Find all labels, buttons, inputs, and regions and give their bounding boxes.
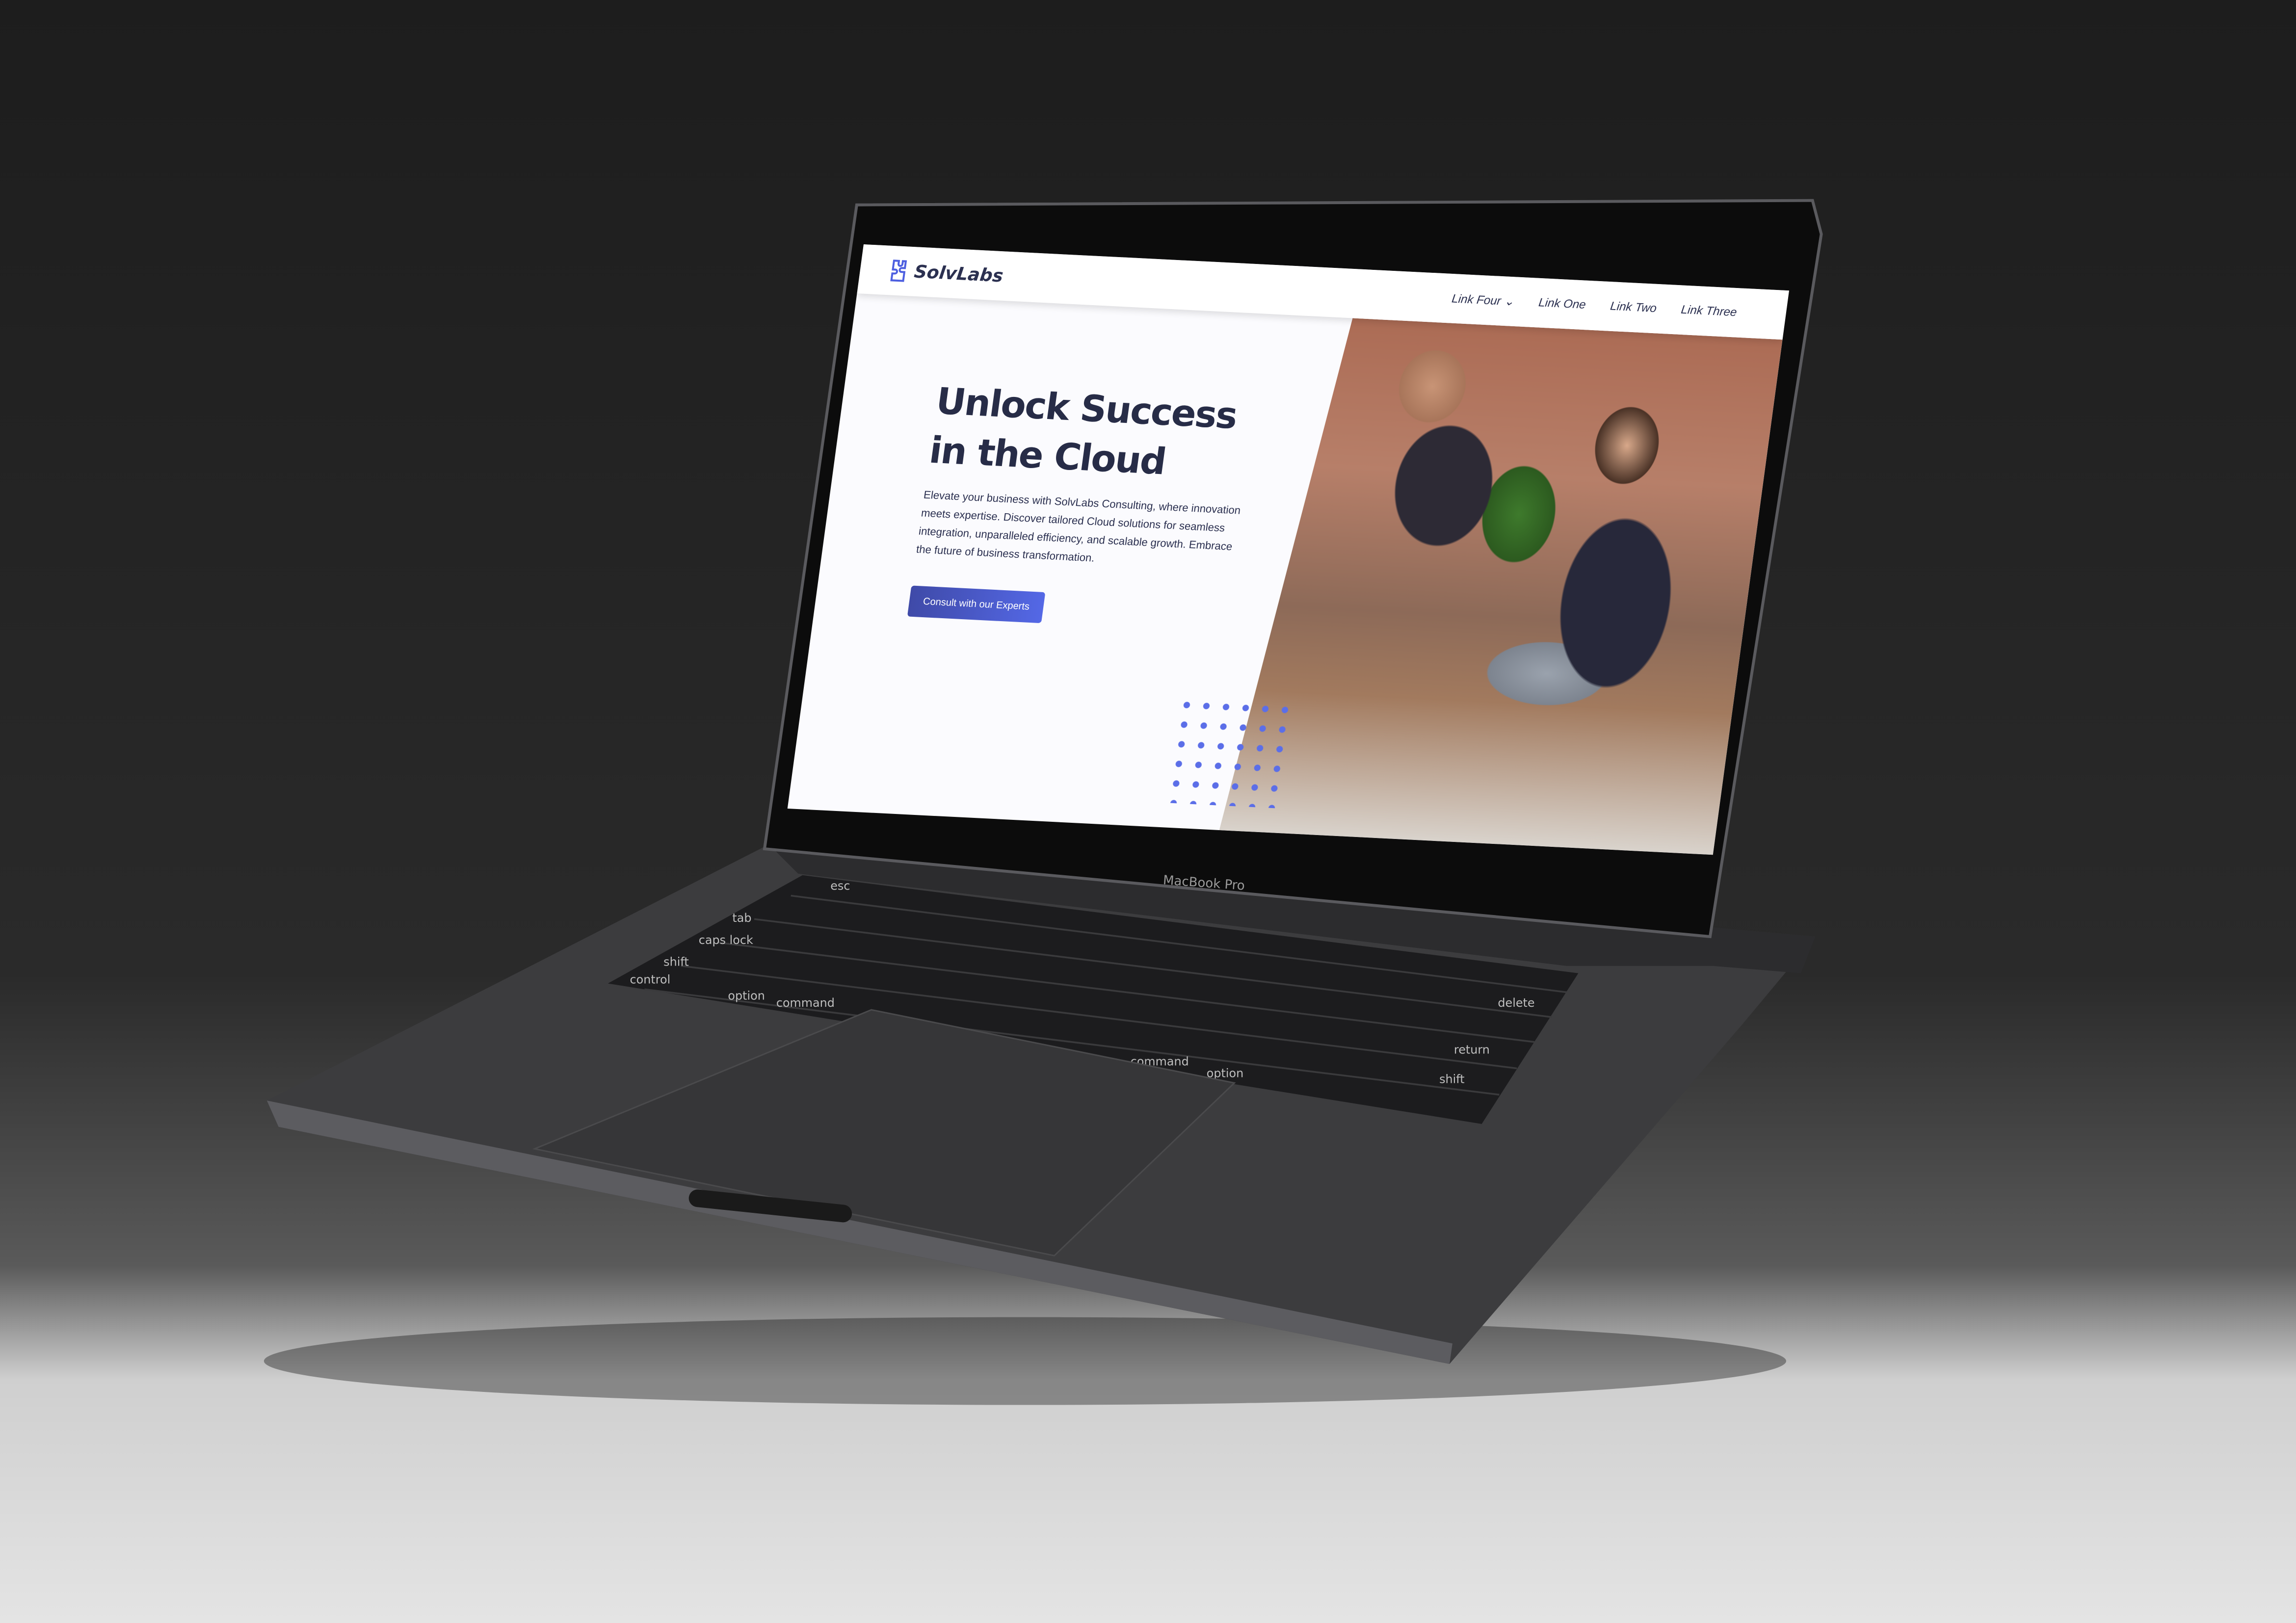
key-command-left[interactable]: command [776,996,835,1010]
nav-link-three[interactable]: Link Three [1680,303,1738,320]
hero-section: Unlock Success in the Cloud Elevate your… [907,377,1283,634]
chevron-down-icon: ⌄ [1503,294,1515,309]
nav-link-one[interactable]: Link One [1538,296,1587,313]
key-shift-right[interactable]: shift [1439,1072,1465,1086]
dot-pattern-decoration [1163,695,1296,809]
key-delete[interactable]: delete [1498,996,1534,1010]
nav-link-four-label: Link Four [1451,291,1502,308]
key-tab[interactable]: tab [732,911,751,925]
key-option-left[interactable]: option [728,989,765,1002]
laptop-mockup-scene: esc tab caps lock shift control option c… [0,0,2296,1623]
consult-experts-button[interactable]: Consult with our Experts [907,585,1046,624]
nav-links: Link Four ⌄ Link One Link Two Link Three [1451,291,1738,320]
key-caps-lock[interactable]: caps lock [699,933,753,947]
brand-name: SolvLabs [913,262,1004,287]
key-esc[interactable]: esc [830,879,850,893]
laptop-screen: SolvLabs Link Four ⌄ Link One Link Two L… [787,244,1789,855]
puzzle-icon [890,260,907,282]
nav-link-four[interactable]: Link Four ⌄ [1451,291,1515,309]
hero-description: Elevate your business with SolvLabs Cons… [915,488,1241,564]
shadow [264,1317,1787,1405]
key-control[interactable]: control [630,972,671,986]
key-shift-left[interactable]: shift [663,955,689,969]
nav-link-two[interactable]: Link Two [1610,299,1658,316]
site-logo[interactable]: SolvLabs [888,259,1004,288]
key-return[interactable]: return [1454,1043,1490,1057]
